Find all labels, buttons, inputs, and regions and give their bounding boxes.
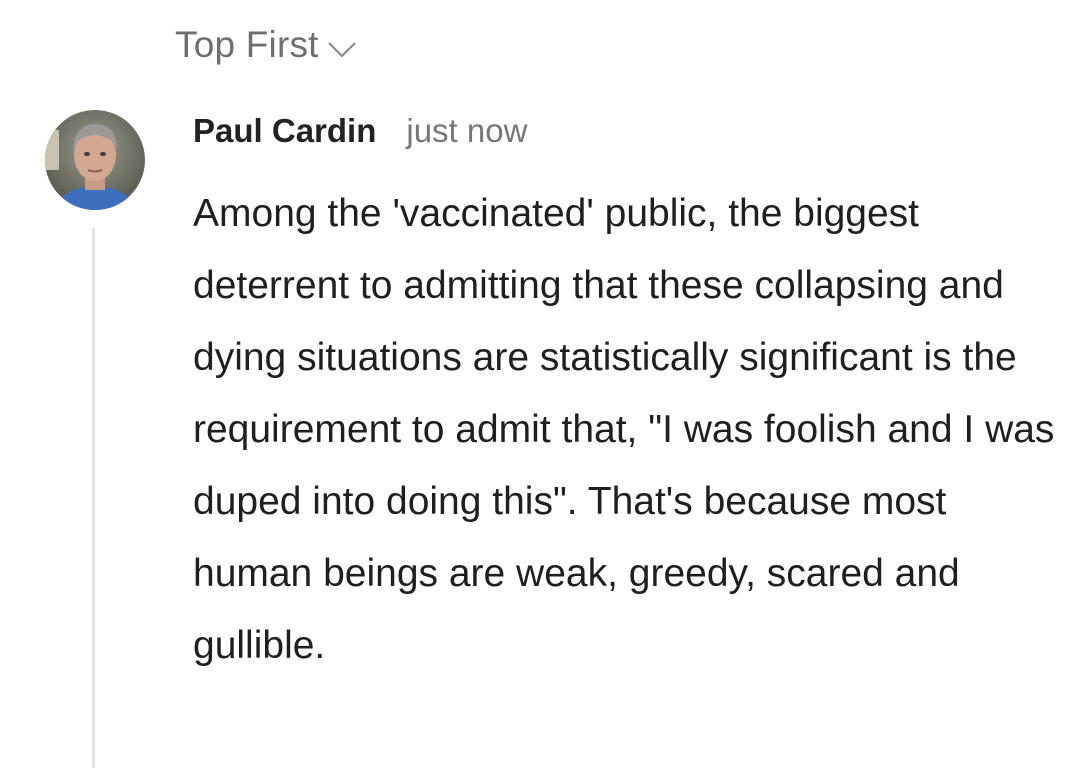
avatar[interactable] xyxy=(45,110,145,210)
comment-timestamp[interactable]: just now xyxy=(406,112,527,150)
comment-text: Among the 'vaccinated' public, the bigge… xyxy=(193,192,1055,667)
thread-line xyxy=(92,228,95,768)
chevron-down-icon xyxy=(327,38,357,60)
comment-header: Paul Cardin just now xyxy=(193,112,527,150)
author-name[interactable]: Paul Cardin xyxy=(193,112,376,150)
sort-dropdown[interactable]: Top First xyxy=(175,24,357,66)
sort-label: Top First xyxy=(175,24,319,65)
